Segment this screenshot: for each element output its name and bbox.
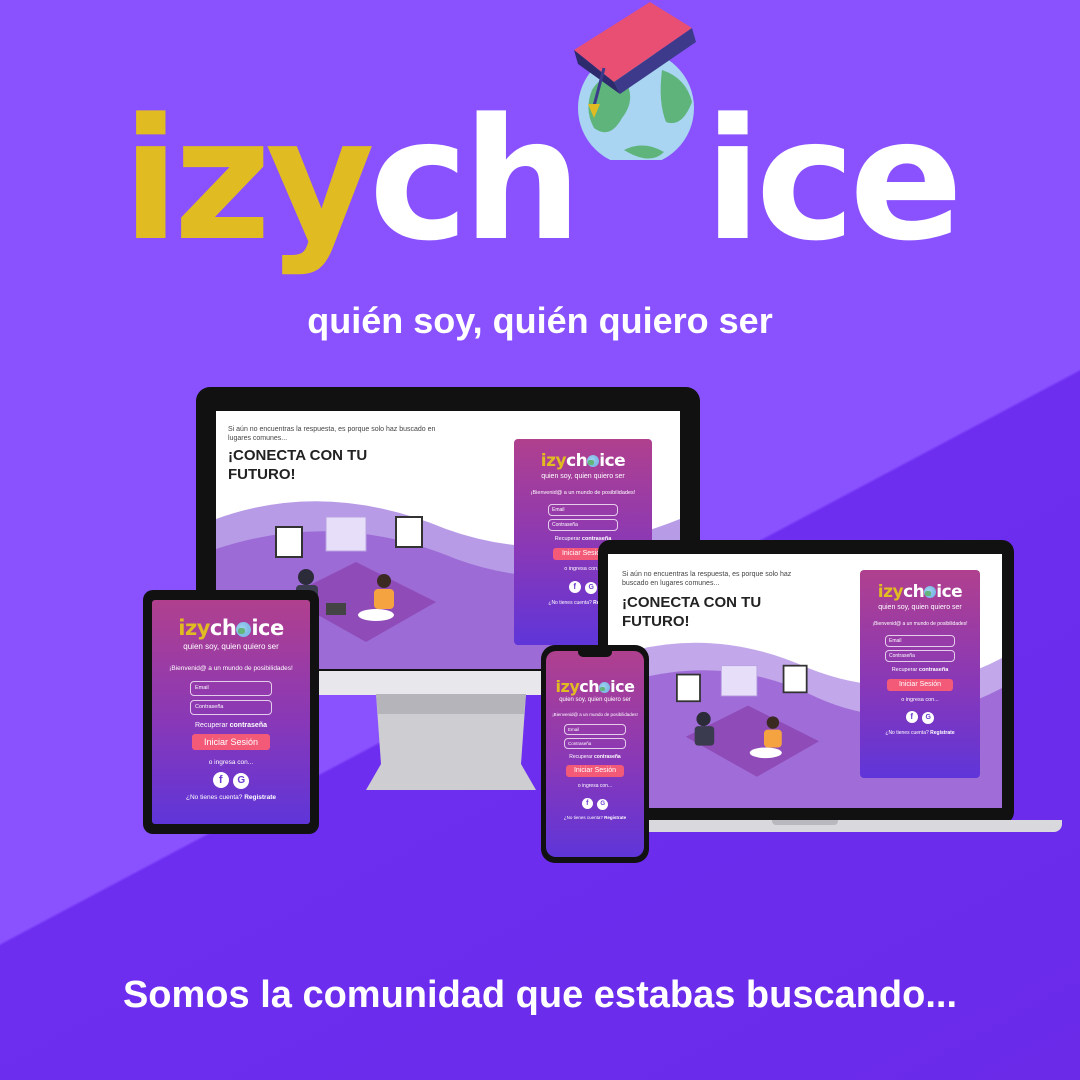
email-field[interactable]: Email	[564, 724, 626, 735]
facebook-icon[interactable]: f	[212, 772, 229, 788]
password-field[interactable]: Contraseña	[190, 700, 272, 715]
monitor-stand-base	[366, 694, 536, 790]
signup-link[interactable]: ¿No tienes cuenta? Registrate	[152, 794, 310, 801]
login-logo: izych ice	[540, 451, 626, 471]
alt-login-text: o ingresa con...	[577, 783, 613, 789]
signup-link[interactable]: ¿No tienes cuenta? Registrate	[860, 730, 980, 736]
laptop: Si aún no encuentras la respuesta, es po…	[596, 540, 1066, 836]
recover-password-link[interactable]: Recuperar contraseña	[546, 754, 644, 760]
site-intro-text: Si aún no encuentras la respuesta, es po…	[228, 426, 436, 443]
logo-izy: izy	[122, 82, 375, 278]
alt-login-text: o ingresa con...	[901, 697, 939, 703]
google-icon[interactable]: G	[233, 773, 250, 789]
login-welcome: ¡Bienvenid@ a un mundo de posibilidades!	[530, 490, 636, 496]
tablet-login-screen: izych ice quien soy, quien quiero ser ¡Bi…	[152, 600, 310, 824]
password-field[interactable]: Contraseña	[548, 519, 618, 531]
phone-notch	[578, 651, 612, 657]
site-headline: ¡CONECTA CON TU FUTURO!	[228, 447, 368, 483]
logo-ice: ice	[704, 82, 963, 278]
coworking-illustration	[676, 664, 820, 777]
site-headline: ¡CONECTA CON TU FUTURO!	[622, 594, 762, 630]
google-icon[interactable]: G	[597, 799, 609, 810]
site-intro-text: Si aún no encuentras la respuesta, es po…	[622, 571, 792, 588]
recover-password-link[interactable]: Recuperar contraseña	[152, 722, 310, 729]
laptop-login-card: izych ice quien soy, quien quiero ser ¡Bi…	[860, 570, 980, 778]
globe-icon	[599, 682, 611, 693]
facebook-icon[interactable]: f	[568, 581, 581, 593]
globe-icon	[587, 455, 600, 467]
login-button[interactable]: Iniciar Sesión	[192, 734, 270, 750]
tagline: quién soy, quién quiero ser	[307, 300, 773, 341]
password-field[interactable]: Contraseña	[885, 650, 955, 662]
signup-link[interactable]: ¿No tienes cuenta? Registrate	[546, 815, 644, 820]
login-logo: izych ice	[178, 616, 284, 640]
login-subtitle: quien soy, quien quiero ser	[541, 473, 625, 480]
alt-login-text: o ingresa con...	[208, 759, 254, 766]
google-icon[interactable]: G	[922, 712, 935, 724]
facebook-icon[interactable]: f	[905, 711, 918, 723]
globe-icon	[924, 586, 937, 598]
login-logo: izych ice	[555, 677, 635, 696]
globe-icon	[236, 621, 252, 637]
password-field[interactable]: Contraseña	[564, 738, 626, 749]
login-button[interactable]: Iniciar Sesión	[887, 679, 953, 691]
login-subtitle: quien soy, quien quiero ser	[878, 604, 962, 611]
phone-login-screen: izych ice quien soy, quien quiero ser ¡Bi…	[546, 651, 644, 857]
login-welcome: ¡Bienvenid@ a un mundo de posibilidades!	[169, 665, 293, 672]
globe-graduation-cap-icon	[574, 2, 704, 238]
tablet: izych ice quien soy, quien quiero ser ¡Bi…	[143, 590, 319, 834]
slogan: Somos la comunidad que estabas buscando.…	[122, 974, 958, 1016]
login-subtitle: quien soy, quien quiero ser	[559, 697, 631, 703]
email-field[interactable]: Email	[548, 504, 618, 516]
login-subtitle: quien soy, quien quiero ser	[183, 642, 279, 651]
logo-ch: ch	[368, 82, 582, 278]
phone: izych ice quien soy, quien quiero ser ¡Bi…	[541, 645, 649, 863]
email-field[interactable]: Email	[190, 681, 272, 696]
login-button[interactable]: Iniciar Sesión	[566, 765, 624, 777]
email-field[interactable]: Email	[885, 635, 955, 647]
facebook-icon[interactable]: f	[581, 798, 593, 809]
login-welcome: ¡Bienvenid@ a un mundo de posibilidades!	[552, 712, 638, 717]
login-welcome: ¡Bienvenid@ a un mundo de posibilidades!	[872, 621, 968, 627]
laptop-screen: Si aún no encuentras la respuesta, es po…	[608, 554, 1002, 808]
recover-password-link[interactable]: Recuperar contraseña	[860, 667, 980, 673]
login-logo: izych ice	[877, 582, 963, 602]
brand-logo: izych ice	[122, 2, 982, 296]
